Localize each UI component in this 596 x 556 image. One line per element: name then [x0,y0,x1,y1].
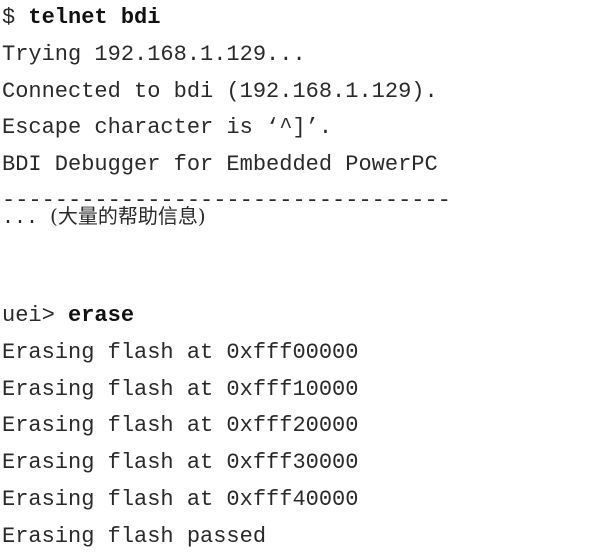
output-line: Erasing flash at 0xfff40000 [2,486,359,512]
output-line: Erasing flash at 0xfff30000 [2,450,359,476]
output-line: Connected to bdi (192.168.1.129). [2,78,438,104]
output-line: Erasing flash at 0xfff10000 [2,376,359,402]
separator-line: ---------------------------------- [2,187,451,213]
output-line: Erasing flash at 0xfff20000 [2,413,359,439]
output-line: Erasing flash passed [2,523,267,549]
command-line-telnet: $ telnet bdi [2,0,592,37]
output-line: BDI Debugger for Embedded PowerPC [2,152,438,178]
output-line: Erasing flash at 0xfff00000 [2,339,359,365]
output-line: Trying 192.168.1.129... [2,41,306,67]
bdi-prompt: uei> [2,302,69,328]
command-line-erase: uei> erase [2,298,592,335]
shell-prompt: $ [2,5,29,30]
terminal-transcript: $ telnet bdi Trying 192.168.1.129... Con… [2,0,592,556]
output-line: Escape character is ‘^]’. [2,115,333,141]
blank-space [2,230,592,298]
telnet-command: telnet bdi [28,5,161,30]
erase-command: erase [68,302,135,328]
